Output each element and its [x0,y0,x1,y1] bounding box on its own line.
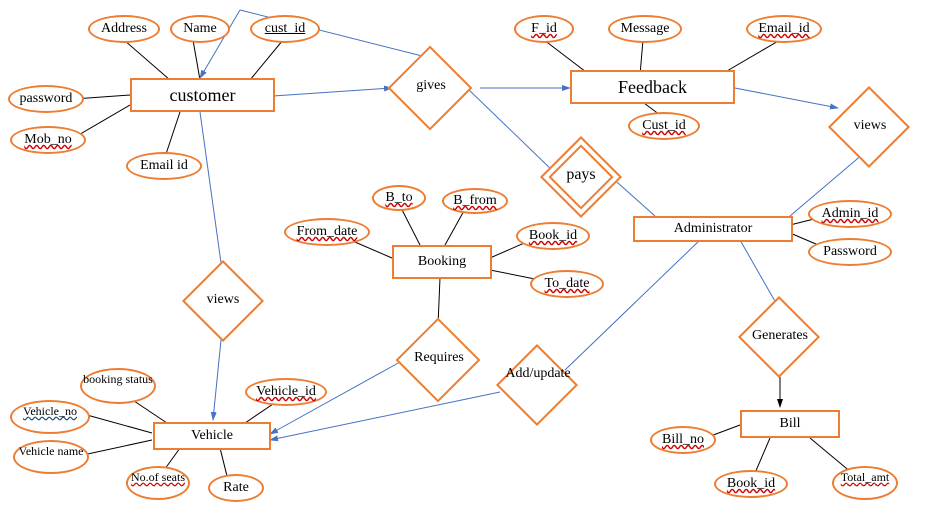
attr-customer-password: password [8,85,84,113]
attr-vehicle-rate: Rate [208,474,264,502]
label-booking-status: booking status [83,372,153,386]
label-email-id: Email_id [758,21,809,36]
label-no-seats: No.of seats [131,470,185,484]
rel-gives-shape [388,46,473,131]
label-cust-id: cust_id [265,21,305,36]
attr-booking-book-id: Book_id [516,222,590,250]
attr-feedback-cust-id: Cust_id [628,112,700,140]
label-from-date: From_date [297,224,358,239]
attr-customer-address: Address [88,15,160,43]
label-admin-id: Admin_id [822,206,879,221]
entity-booking: Booking [392,245,492,279]
label-fb-cust-id: Cust_id [642,118,686,133]
rel-views-feedback-shape [828,86,910,168]
attr-admin-password: Password [808,238,892,266]
label-bill-book-id: Book_id [727,476,775,491]
label-total-amt: Total_amt [841,470,889,484]
attr-bill-no: Bill_no [650,426,716,454]
attr-feedback-email-id: Email_id [746,15,822,43]
label-vehicle-no: Vehicle_no [23,404,77,418]
rel-views-vehicle-shape [182,260,264,342]
attr-vehicle-no: Vehicle_no [10,400,90,434]
entity-bill: Bill [740,410,840,438]
attr-booking-from-date: From_date [284,218,370,246]
rel-add-update-shape [496,344,578,426]
rel-pays-inner [548,144,613,209]
label-b-from: B_from [453,193,497,208]
label-vehicle-id: Vehicle_id [256,384,316,399]
attr-bill-book-id: Book_id [714,470,788,498]
label-bill-no: Bill_no [662,432,704,447]
attr-booking-b-to: B_to [372,185,426,211]
attr-vehicle-name: Vehicle name [13,440,89,474]
attr-booking-b-from: B_from [442,188,508,214]
entity-customer: customer [130,78,275,112]
rel-requires-shape [396,318,481,403]
attr-booking-to-date: To_date [530,270,604,298]
label-mob-no: Mob_no [24,132,71,147]
entity-vehicle: Vehicle [153,422,271,450]
label-to-date: To_date [545,276,590,291]
attr-feedback-f-id: F_id [514,15,574,43]
entity-feedback: Feedback [570,70,735,104]
attr-vehicle-seats: No.of seats [126,466,190,500]
attr-vehicle-booking-status: booking status [80,368,156,404]
label-f-id: F_id [531,21,557,36]
entity-administrator: Administrator [633,216,793,242]
label-b-to: B_to [385,190,412,205]
attr-bill-total-amt: Total_amt [832,466,898,500]
attr-customer-cust-id: cust_id [250,15,320,43]
rel-generates-shape [738,296,820,378]
attr-customer-mob-no: Mob_no [10,126,86,154]
attr-vehicle-id: Vehicle_id [245,378,327,406]
attr-admin-id: Admin_id [808,200,892,228]
attr-feedback-message: Message [608,15,682,43]
attr-customer-name: Name [170,15,230,43]
attr-customer-email-id: Email id [126,152,202,180]
label-book-id: Book_id [529,228,577,243]
